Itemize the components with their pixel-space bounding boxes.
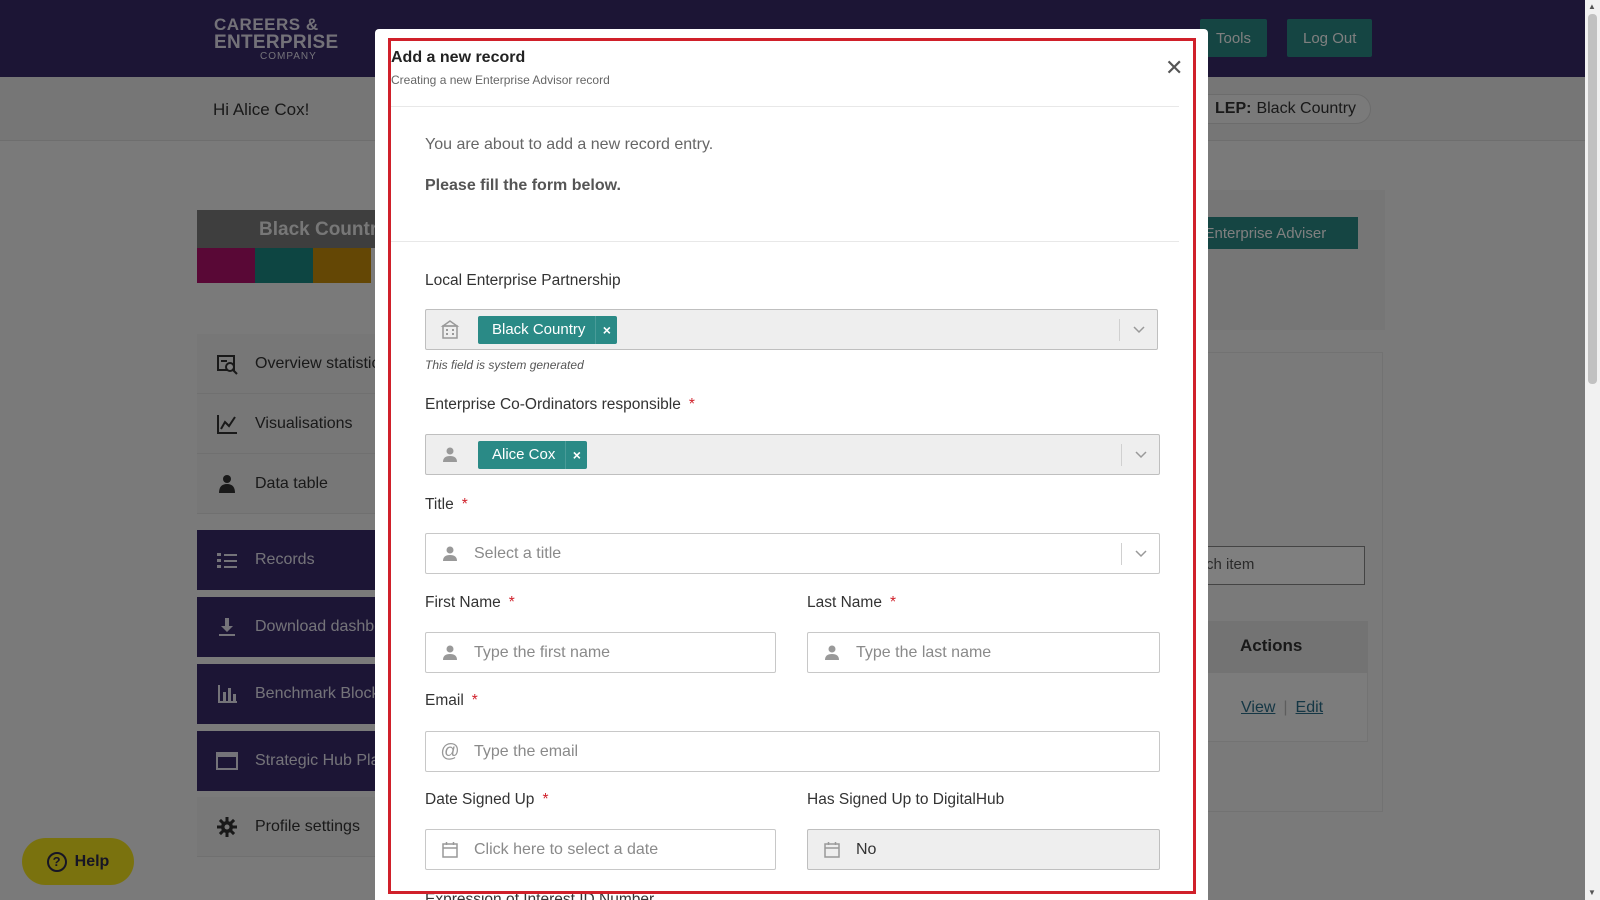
scrollbar-thumb[interactable] — [1588, 14, 1597, 384]
remove-tag-icon[interactable]: × — [595, 315, 617, 344]
scroll-down-icon[interactable]: ▼ — [1588, 888, 1596, 897]
email-input[interactable]: @ Type the email — [425, 731, 1160, 772]
email-label: Email * — [425, 692, 478, 709]
email-placeholder: Type the email — [474, 742, 579, 760]
lep-field-label: Local Enterprise Partnership — [425, 272, 621, 289]
date-signed-input[interactable]: Click here to select a date — [425, 829, 776, 870]
lep-hint: This field is system generated — [425, 358, 584, 372]
lep-selected-tag: Black Country × — [478, 315, 618, 344]
title-field-label: Title * — [425, 496, 468, 513]
first-name-label: First Name * — [425, 594, 515, 611]
first-name-input[interactable]: Type the first name — [425, 632, 776, 673]
modal-intro-divider — [389, 241, 1179, 242]
user-icon — [808, 644, 856, 662]
close-icon[interactable]: ✕ — [1165, 57, 1183, 79]
at-sign-icon: @ — [440, 740, 460, 762]
chevron-down-icon[interactable] — [1119, 318, 1157, 341]
coordinator-selected-tag: Alice Cox × — [478, 440, 588, 469]
calendar-icon — [426, 841, 474, 859]
lep-select[interactable]: Black Country × — [425, 309, 1158, 350]
calendar-icon — [808, 841, 856, 859]
user-icon — [426, 545, 474, 563]
coordinators-select[interactable]: Alice Cox × — [425, 434, 1160, 475]
first-name-placeholder: Type the first name — [474, 643, 611, 661]
add-record-modal: Add a new record Creating a new Enterpri… — [375, 29, 1208, 900]
last-name-placeholder: Type the last name — [856, 643, 992, 661]
chevron-down-icon[interactable] — [1121, 443, 1159, 466]
last-name-input[interactable]: Type the last name — [807, 632, 1160, 673]
lep-tag-label: Black Country — [492, 321, 586, 338]
chevron-down-icon[interactable] — [1121, 542, 1159, 565]
user-icon — [426, 446, 474, 464]
coordinators-field-label: Enterprise Co-Ordinators responsible * — [425, 396, 695, 413]
digitalhub-value: No — [856, 840, 877, 858]
date-signed-placeholder: Click here to select a date — [474, 840, 659, 858]
title-select[interactable]: Select a title — [425, 533, 1160, 574]
modal-subtitle: Creating a new Enterprise Advisor record — [391, 73, 610, 87]
date-signed-label: Date Signed Up * — [425, 791, 549, 808]
title-select-placeholder: Select a title — [474, 544, 562, 562]
modal-intro-text: You are about to add a new record entry. — [425, 136, 714, 153]
last-name-label: Last Name * — [807, 594, 896, 611]
scroll-up-icon[interactable]: ▲ — [1588, 2, 1596, 11]
building-icon — [426, 319, 474, 340]
digitalhub-field: No — [807, 829, 1160, 870]
digitalhub-label: Has Signed Up to DigitalHub — [807, 791, 1005, 808]
user-icon — [426, 644, 474, 662]
page-scrollbar[interactable]: ▲ ▼ — [1585, 0, 1600, 900]
modal-title: Add a new record — [391, 49, 526, 66]
remove-tag-icon[interactable]: × — [565, 440, 587, 469]
modal-header-divider — [389, 106, 1179, 107]
modal-instruction-text: Please fill the form below. — [425, 177, 621, 194]
coordinator-tag-label: Alice Cox — [492, 446, 556, 463]
eoi-id-label: Expression of Interest ID Number — [425, 891, 655, 900]
